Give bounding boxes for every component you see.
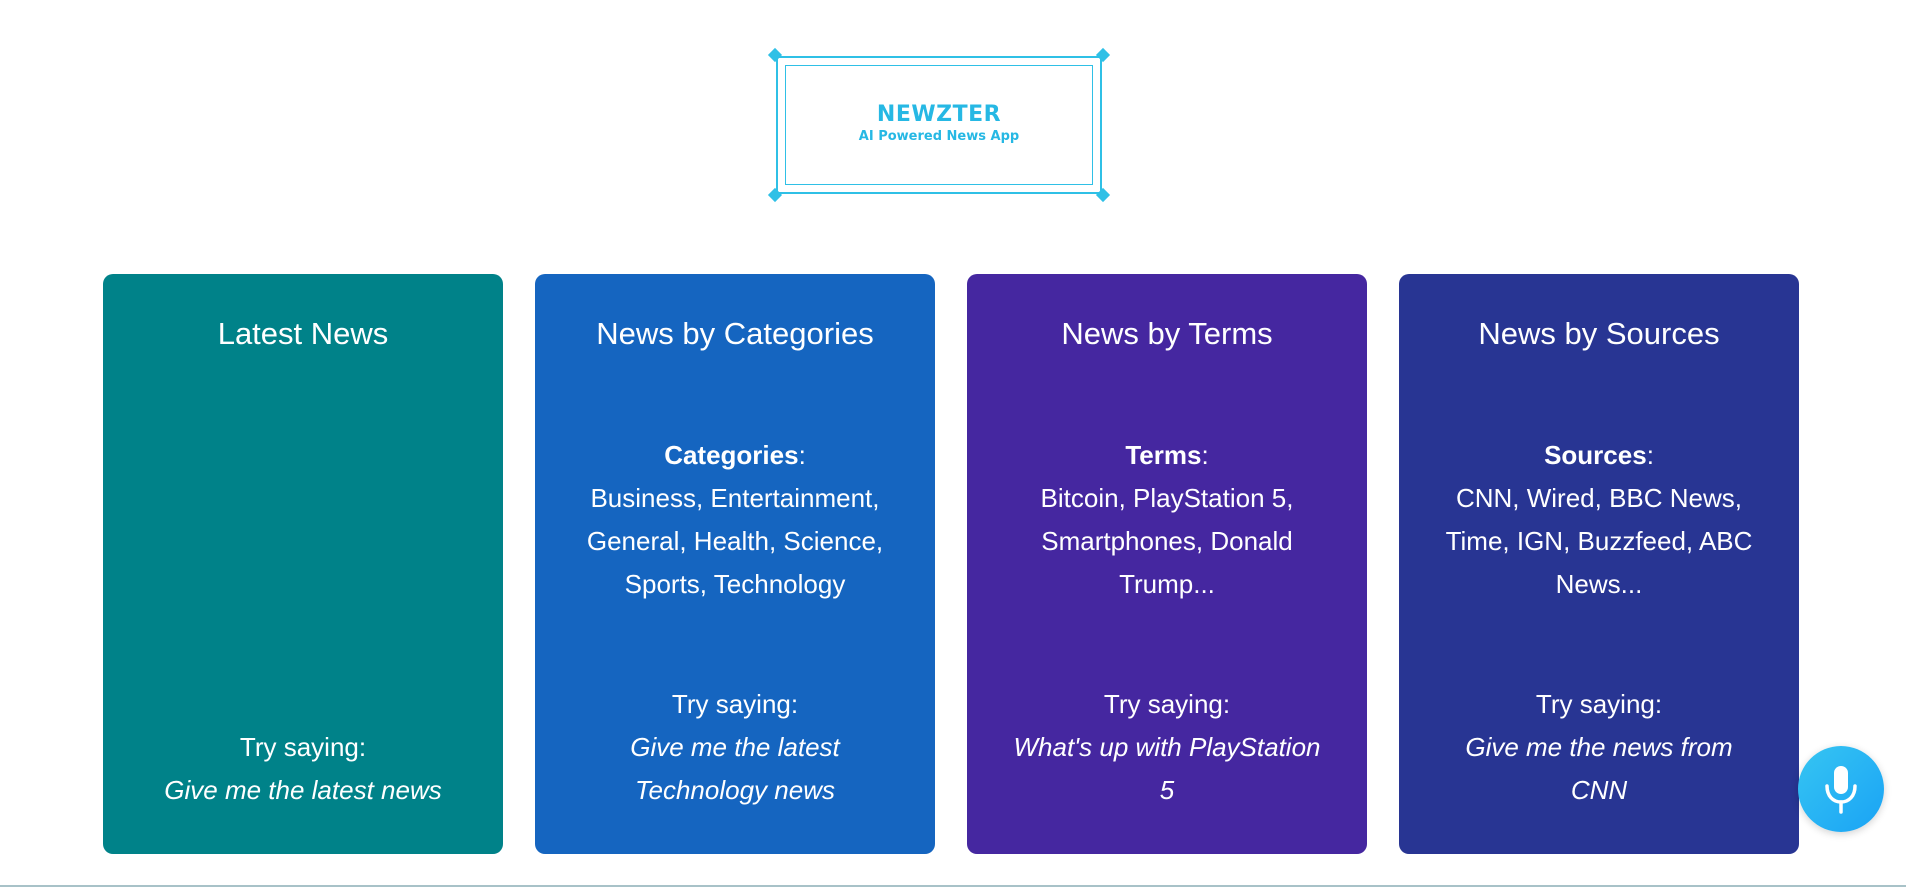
card-info: Categories: Business, Entertainment, Gen… [571, 434, 899, 606]
page: NEWZTER AI Powered News App Latest News … [0, 0, 1906, 888]
card-news-by-categories[interactable]: News by Categories Categories: Business,… [535, 274, 935, 854]
bottom-divider [0, 885, 1906, 887]
logo-subtitle: AI Powered News App [858, 129, 1020, 144]
card-try-saying: Try saying: Give me the latest news [139, 726, 467, 812]
newzter-logo: NEWZTER AI Powered News App [767, 47, 1111, 203]
info-label: Terms [1125, 440, 1202, 470]
card-info: Terms: Bitcoin, PlayStation 5, Smartphon… [1003, 434, 1331, 606]
info-text: Business, Entertainment, General, Health… [586, 483, 884, 599]
card-news-by-sources[interactable]: News by Sources Sources: CNN, Wired, BBC… [1399, 274, 1799, 854]
info-label: Sources [1544, 440, 1647, 470]
info-colon: : [1201, 440, 1209, 470]
info-colon: : [798, 440, 806, 470]
card-title: News by Terms [1061, 316, 1273, 351]
microphone-icon [1825, 766, 1857, 814]
logo-title: NEWZTER [876, 102, 1002, 127]
card-info: Sources: CNN, Wired, BBC News, Time, IGN… [1435, 434, 1763, 606]
card-title: Latest News [217, 316, 389, 351]
try-saying-label: Try saying: [239, 732, 367, 762]
card-latest-news[interactable]: Latest News Try saying: Give me the late… [103, 274, 503, 854]
try-saying-label: Try saying: [1103, 689, 1231, 719]
card-try-saying: Try saying: Give me the news from CNN [1435, 683, 1763, 812]
info-text: CNN, Wired, BBC News, Time, IGN, Buzzfee… [1445, 483, 1753, 599]
card-title: News by Sources [1478, 316, 1720, 351]
try-saying-example: Give me the news from CNN [1465, 732, 1733, 805]
try-saying-label: Try saying: [1535, 689, 1663, 719]
microphone-button[interactable] [1798, 746, 1884, 832]
try-saying-example: Give me the latest news [164, 775, 442, 805]
info-colon: : [1646, 440, 1654, 470]
try-saying-example: What's up with PlayStation 5 [1013, 732, 1321, 805]
card-title: News by Categories [596, 316, 874, 351]
try-saying-label: Try saying: [671, 689, 799, 719]
news-mode-cards: Latest News Try saying: Give me the late… [103, 274, 1799, 854]
card-news-by-terms[interactable]: News by Terms Terms: Bitcoin, PlayStatio… [967, 274, 1367, 854]
card-try-saying: Try saying: What's up with PlayStation 5 [1003, 683, 1331, 812]
info-label: Categories [664, 440, 799, 470]
card-try-saying: Try saying: Give me the latest Technolog… [571, 683, 899, 812]
info-text: Bitcoin, PlayStation 5, Smartphones, Don… [1040, 483, 1294, 599]
try-saying-example: Give me the latest Technology news [630, 732, 840, 805]
